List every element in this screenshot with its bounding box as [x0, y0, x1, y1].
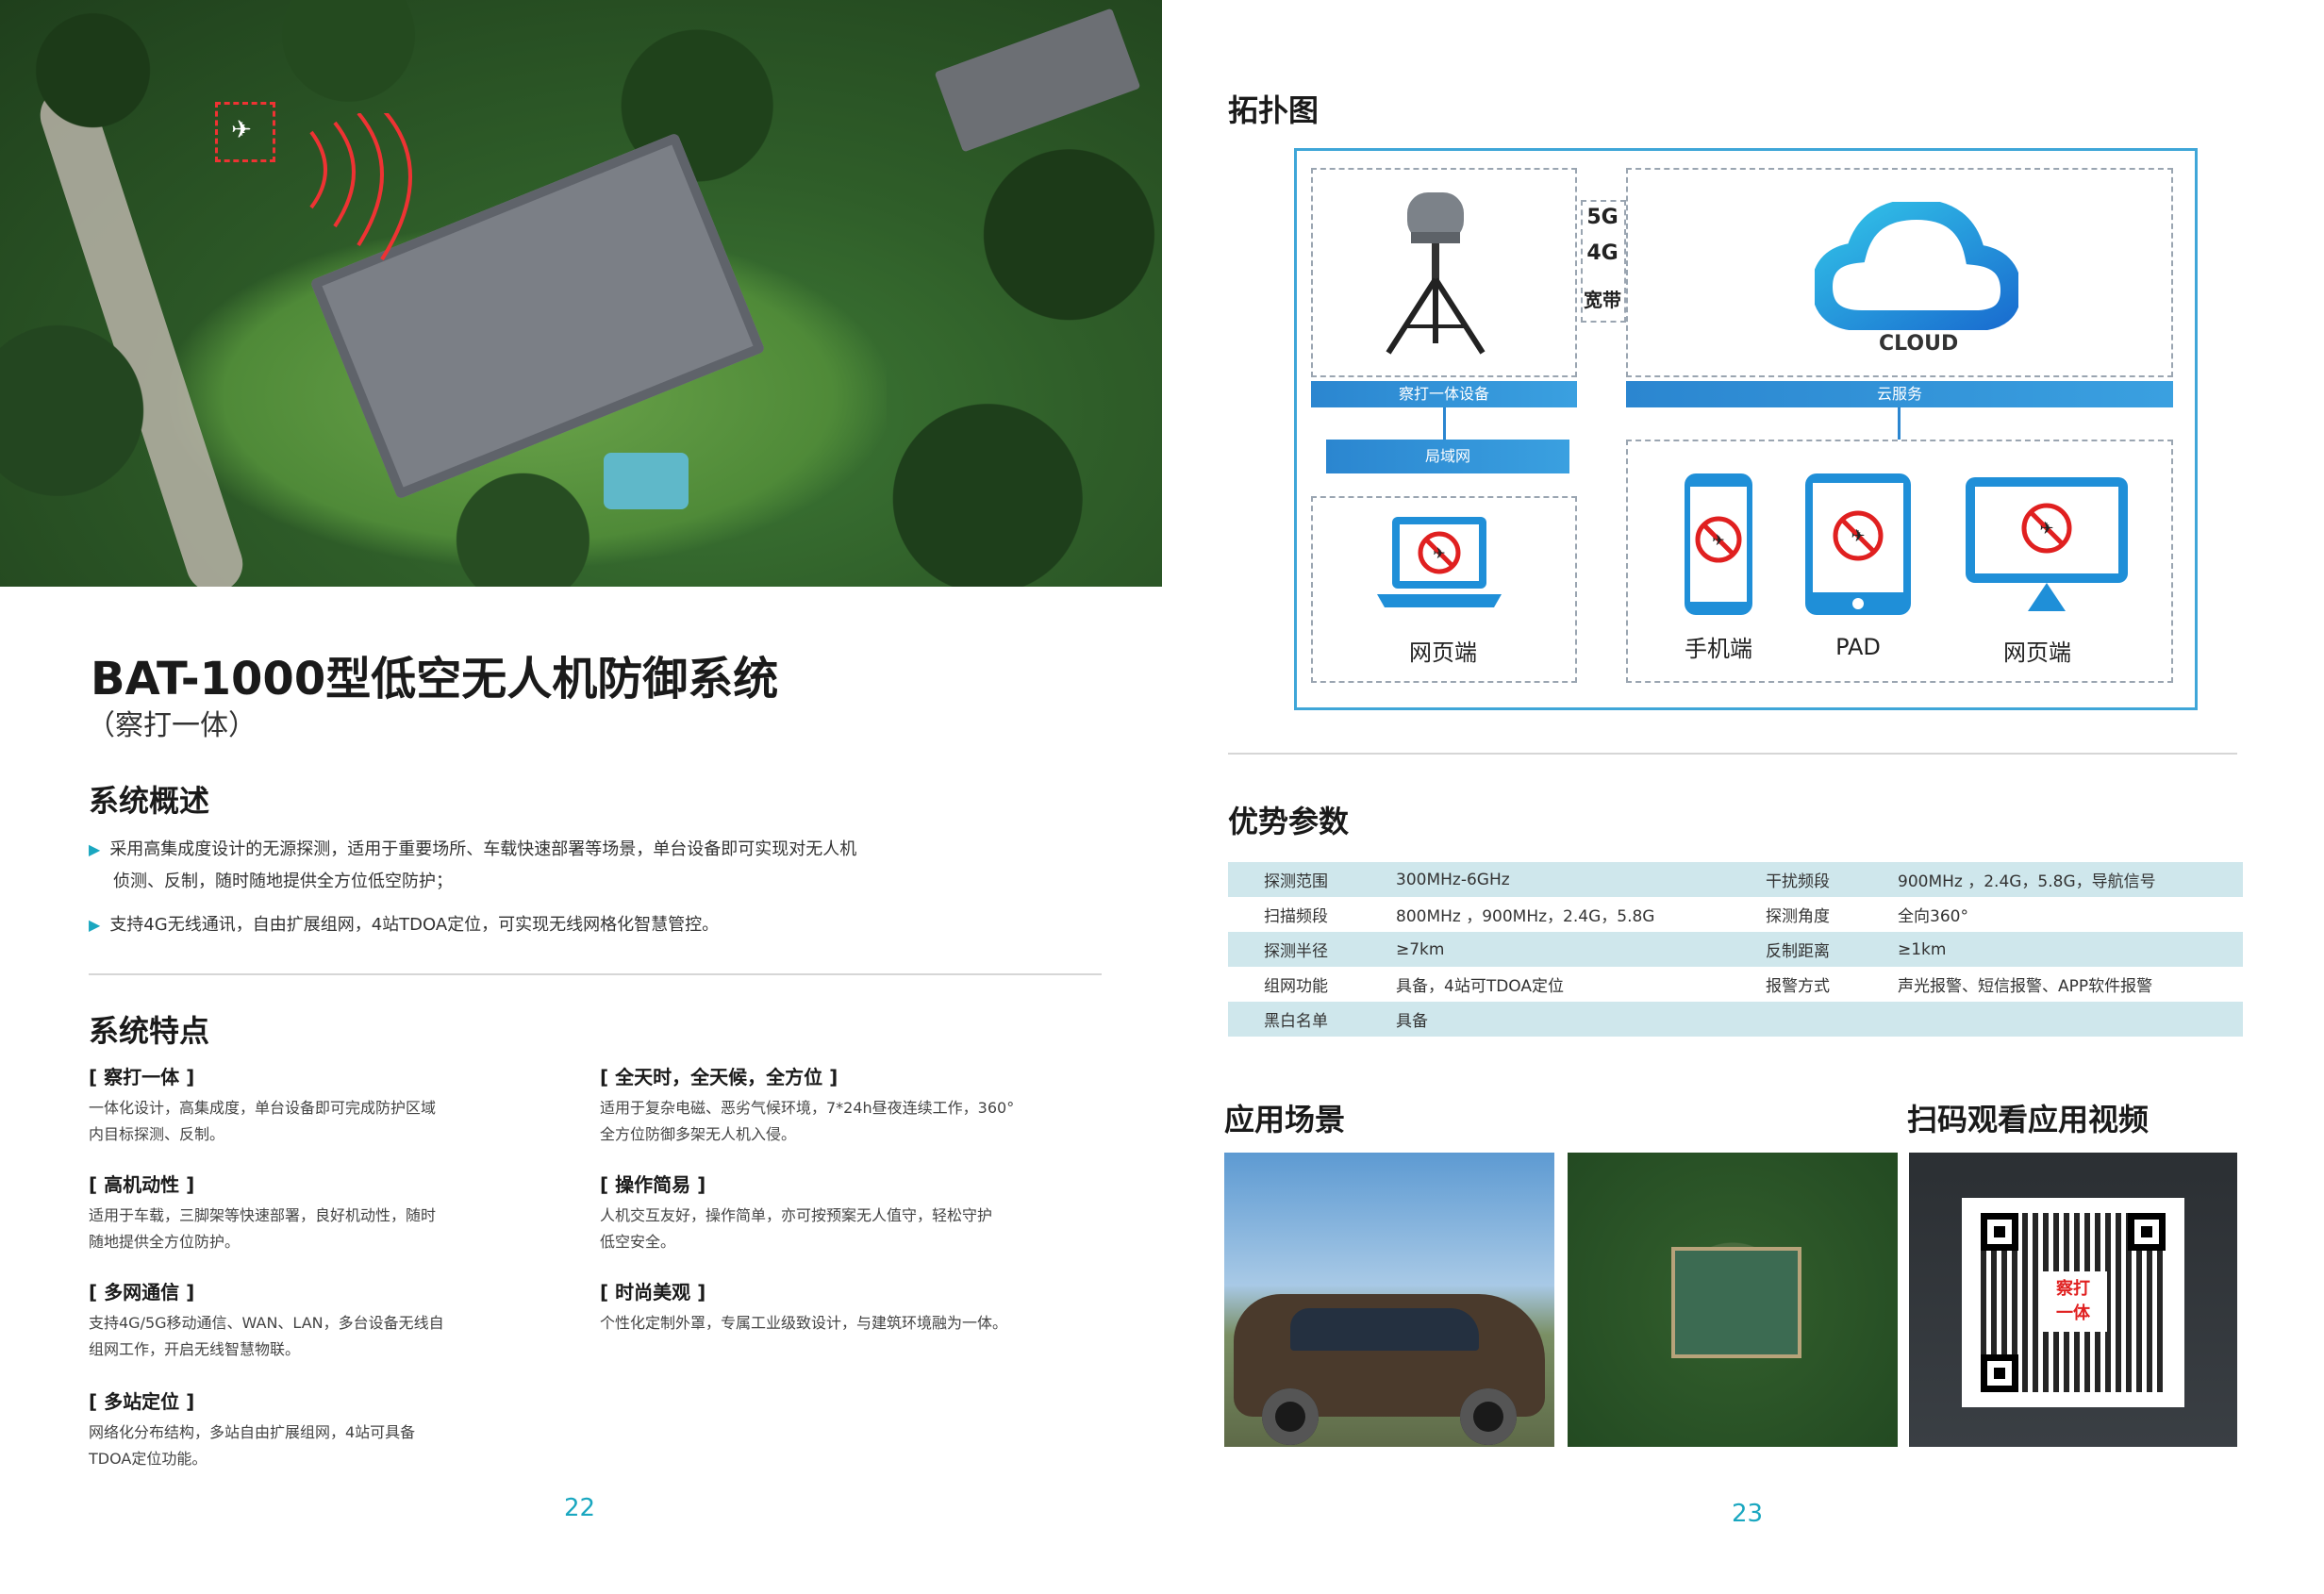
product-title: BAT-1000型低空无人机防御系统 [91, 653, 779, 706]
qr-code[interactable]: 察打 一体 [1962, 1198, 2184, 1407]
pad-icon: ✈ [1805, 473, 1911, 615]
terminal-pad-label: PAD [1835, 634, 1881, 660]
params-table: 探测范围 300MHz-6GHz 干扰频段 900MHz ，2.4G，5.8G，… [1228, 862, 2243, 1037]
connector-line [1443, 407, 1446, 440]
feature-item: [ 多网通信 ] 支持4G/5G移动通信、WAN、LAN，多台设备无线自 组网工… [89, 1281, 444, 1358]
feature-item: [ 时尚美观 ] 个性化定制外罩，专属工业级致设计，与建筑环境融为一体。 [600, 1281, 1008, 1332]
feature-item: [ 多站定位 ] 网络化分布结构，多站自由扩展组网，4站可具备 TDOA定位功能… [89, 1390, 416, 1468]
feature-item: [ 操作简易 ] 人机交互友好，操作简单，亦可按预案无人值守，轻松守护 低空安全… [600, 1173, 993, 1251]
cloud-icon [1815, 202, 2018, 330]
table-row: 黑白名单 具备 [1228, 1002, 2243, 1037]
overview-bullet-1: ▶ 采用高集成度设计的无源探测，适用于重要场所、车载快速部署等场景，单台设备即可实… [89, 839, 857, 859]
table-row: 探测半径 ≥7km 反制距离 ≥1km [1228, 932, 2243, 967]
qr-center-badge: 察打 一体 [2039, 1271, 2107, 1332]
network-broadband: 宽带 [1584, 289, 1621, 311]
page-number-right: 23 [1732, 1500, 1764, 1528]
monitor-icon: ✈ [1966, 477, 2128, 611]
overview-bullet-2: ▶ 支持4G无线通讯，自由扩展组网，4站TDOA定位，可实现无线网格化智慧管控。 [89, 915, 720, 935]
params-heading: 优势参数 [1228, 804, 1350, 839]
laptop-icon: ✈ [1377, 517, 1502, 607]
topology-heading: 拓扑图 [1228, 92, 1320, 128]
product-subtitle: （察打一体） [87, 709, 257, 742]
svg-text:✈: ✈ [1433, 544, 1445, 562]
left-terminal-label: 网页端 [1409, 639, 1477, 666]
features-heading: 系统特点 [89, 1013, 210, 1049]
feature-item: [ 察打一体 ] 一体化设计，高集成度，单台设备即可完成防护区域 内目标探测、反… [89, 1066, 437, 1143]
scenes-heading: 应用场景 [1224, 1102, 1346, 1137]
cloud-bar: 云服务 [1626, 381, 2173, 407]
network-4g: 4G [1586, 241, 1618, 265]
terminal-phone-label: 手机端 [1685, 636, 1752, 662]
feature-item: [ 高机动性 ] 适用于车载，三脚架等快速部署，良好机动性，随时 随地提供全方位… [89, 1173, 437, 1251]
scene-vehicle-photo [1224, 1153, 1554, 1447]
feature-item: [ 全天时，全天候，全方位 ] 适用于复杂电磁、恶劣气候环境，7*24h昼夜连续… [600, 1066, 1015, 1143]
phone-icon: ✈ [1685, 473, 1752, 615]
hero-aerial-photo: ✈ [0, 0, 1162, 587]
overview-heading: 系统概述 [89, 783, 210, 819]
bullet-triangle-icon: ▶ [89, 840, 101, 858]
overview-bullet-1-cont: 侦测、反制，随时随地提供全方位低空防护； [113, 872, 453, 891]
scene-building-photo [1568, 1153, 1898, 1447]
lan-bar: 局域网 [1326, 440, 1569, 473]
table-row: 组网功能 具备，4站可TDOA定位 报警方式 声光报警、短信报警、APP软件报警 [1264, 977, 2153, 996]
table-row: 扫描频段 800MHz ，900MHz，2.4G，5.8G 探测角度 全向360… [1264, 907, 1968, 926]
bullet-triangle-icon: ▶ [89, 916, 101, 934]
svg-text:✈: ✈ [1851, 526, 1865, 546]
page-number-left: 22 [564, 1494, 596, 1522]
video-heading: 扫码观看应用视频 [1907, 1102, 2150, 1137]
section-divider [89, 973, 1102, 975]
table-row: 探测范围 300MHz-6GHz 干扰频段 900MHz ，2.4G，5.8G，… [1228, 862, 2243, 897]
qr-code-panel[interactable]: 察打 一体 [1909, 1153, 2237, 1447]
svg-text:✈: ✈ [2039, 519, 2053, 539]
jamming-waves-icon [309, 113, 412, 261]
device-bar: 察打一体设备 [1311, 381, 1577, 407]
connector-line [1898, 407, 1901, 440]
section-divider [1228, 753, 2237, 755]
network-5g: 5G [1586, 206, 1618, 229]
drone-target-icon: ✈ [215, 102, 275, 162]
cloud-label: CLOUD [1879, 332, 1959, 356]
tripod-detector-icon [1386, 192, 1486, 355]
terminal-web-label: 网页端 [2003, 639, 2071, 666]
svg-text:✈: ✈ [1712, 531, 1724, 549]
